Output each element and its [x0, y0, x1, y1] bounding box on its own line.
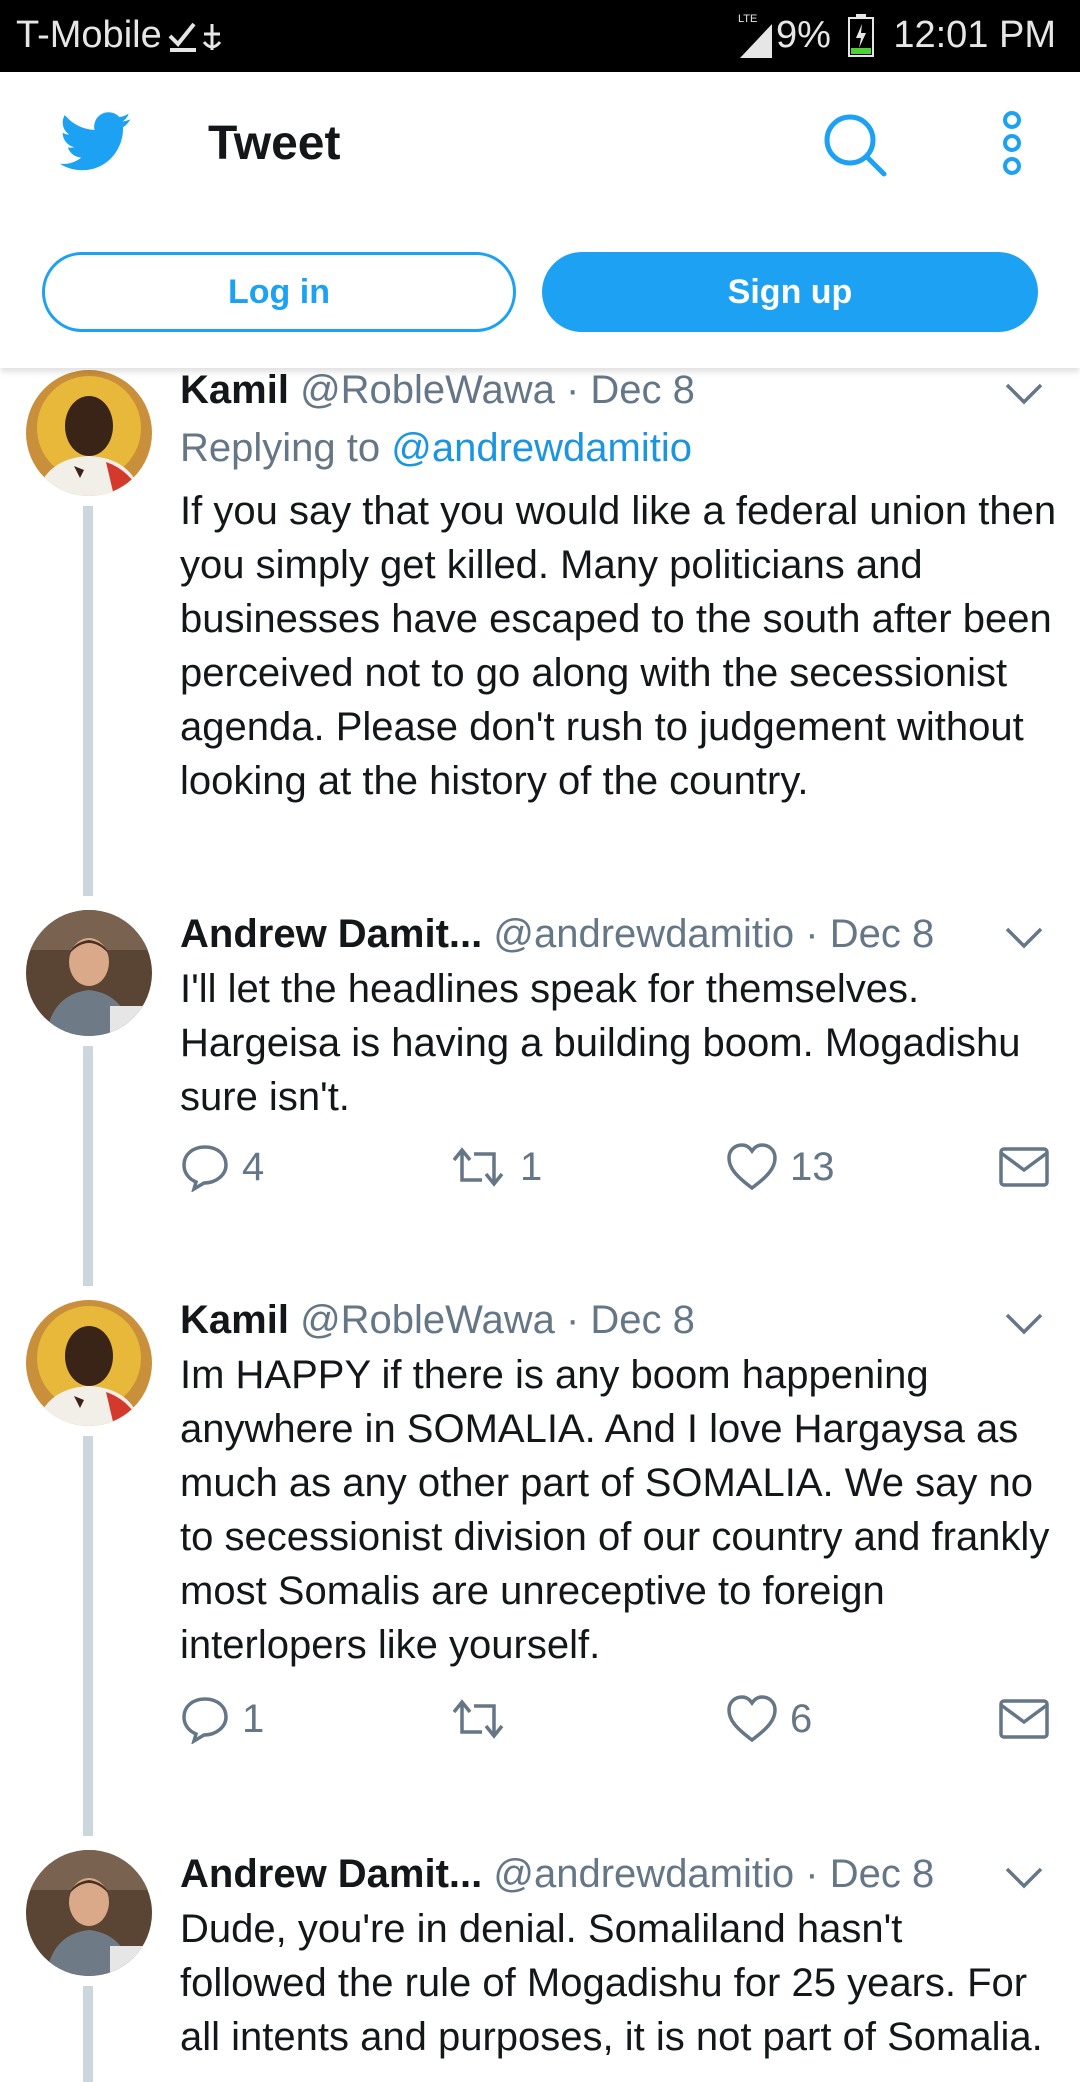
signal-icon: LTE [738, 13, 772, 58]
avatar[interactable] [26, 1300, 152, 1426]
thread-connector [83, 1046, 93, 1286]
retweet-button[interactable] [448, 1694, 520, 1744]
tweet-actions: 4 1 13 [180, 1142, 1060, 1202]
tweet-text: Dude, you're in denial. Somaliland hasn'… [180, 1907, 1043, 2059]
search-icon[interactable] [822, 112, 888, 178]
author-handle[interactable]: @RobleWawa [300, 1298, 555, 1342]
direct-message-button[interactable] [998, 1142, 1050, 1192]
notification-icons [168, 16, 238, 61]
tweet-text: If you say that you would like a federal… [180, 489, 1057, 803]
check-notification-icon [168, 22, 222, 52]
reply-button[interactable]: 1 [180, 1694, 264, 1744]
carrier-label: T-Mobile [16, 14, 162, 56]
tweet-item[interactable]: Kamil @RobleWawa · Dec 8 Replying to @an… [0, 368, 1080, 908]
twitter-bird-icon[interactable] [60, 112, 132, 172]
replying-to: Replying to @andrewdamitio [180, 426, 692, 471]
thread-connector [83, 1436, 93, 1836]
thread-connector [83, 506, 93, 896]
like-count: 13 [790, 1144, 835, 1189]
replying-to-label: Replying to [180, 426, 381, 470]
svg-text:LTE: LTE [738, 13, 757, 25]
retweet-button[interactable]: 1 [448, 1142, 542, 1192]
author-name[interactable]: Kamil [180, 368, 289, 412]
chevron-down-icon[interactable] [1004, 382, 1044, 406]
reply-button[interactable]: 4 [180, 1142, 264, 1192]
envelope-icon [999, 1147, 1049, 1187]
page-title: Tweet [208, 117, 341, 170]
envelope-icon [999, 1699, 1049, 1739]
signup-button[interactable]: Sign up [542, 252, 1038, 332]
author-handle[interactable]: @RobleWawa [300, 368, 555, 412]
author-handle[interactable]: @andrewdamitio [493, 912, 794, 956]
more-options-icon[interactable] [990, 110, 1034, 180]
tweet-date[interactable]: · Dec 8 [805, 1852, 934, 1896]
reply-count: 1 [242, 1696, 265, 1741]
reply-count: 4 [242, 1144, 265, 1189]
tweet-date[interactable]: · Dec 8 [566, 1298, 695, 1342]
author-handle[interactable]: @andrewdamitio [493, 1852, 794, 1896]
tweet-thread: Kamil @RobleWawa · Dec 8 Replying to @an… [0, 368, 1080, 2082]
login-button[interactable]: Log in [42, 252, 516, 332]
replying-to-handle[interactable]: @andrewdamitio [391, 426, 692, 470]
avatar[interactable] [26, 1850, 152, 1976]
saint-avatar-image [26, 1300, 152, 1426]
avatar[interactable] [26, 910, 152, 1036]
like-count: 6 [790, 1696, 813, 1741]
tweet-item[interactable]: Andrew Damit... @andrewdamitio · Dec 8 D… [0, 1848, 1080, 2082]
tweet-date[interactable]: · Dec 8 [566, 368, 695, 412]
thread-connector [83, 1986, 93, 2082]
tweet-item[interactable]: Kamil @RobleWawa · Dec 8 Im HAPPY if the… [0, 1298, 1080, 1848]
battery-icon [848, 14, 874, 57]
heart-icon [727, 1695, 777, 1743]
battery-percent: 9% [776, 14, 831, 56]
avatar[interactable] [26, 370, 152, 496]
heart-icon [727, 1143, 777, 1191]
author-name[interactable]: Andrew Damit... [180, 912, 482, 956]
status-bar: T-Mobile LTE 9% 12:01 PM [0, 0, 1080, 72]
reply-icon [182, 1697, 228, 1744]
retweet-count: 1 [520, 1144, 543, 1189]
chevron-down-icon[interactable] [1004, 1866, 1044, 1890]
like-button[interactable]: 6 [726, 1694, 812, 1744]
reply-icon [182, 1145, 228, 1192]
chevron-down-icon[interactable] [1004, 1312, 1044, 1336]
saint-avatar-image [26, 370, 152, 496]
tweet-item[interactable]: Andrew Damit... @andrewdamitio · Dec 8 I… [0, 908, 1080, 1298]
like-button[interactable]: 13 [726, 1142, 835, 1192]
retweet-icon [452, 1147, 504, 1187]
tweet-date[interactable]: · Dec 8 [805, 912, 934, 956]
person-avatar-image [26, 910, 152, 1036]
chevron-down-icon[interactable] [1004, 926, 1044, 950]
tweet-actions: 1 6 [180, 1694, 1060, 1754]
clock: 12:01 PM [893, 14, 1056, 56]
author-name[interactable]: Kamil [180, 1298, 289, 1342]
author-name[interactable]: Andrew Damit... [180, 1852, 482, 1896]
app-header: Tweet Log in Sign up [0, 72, 1080, 368]
tweet-text: Im HAPPY if there is any boom happening … [180, 1353, 1050, 1667]
tweet-text: I'll let the headlines speak for themsel… [180, 967, 1021, 1119]
person-avatar-image [26, 1850, 152, 1976]
direct-message-button[interactable] [998, 1694, 1050, 1744]
retweet-icon [452, 1699, 504, 1739]
